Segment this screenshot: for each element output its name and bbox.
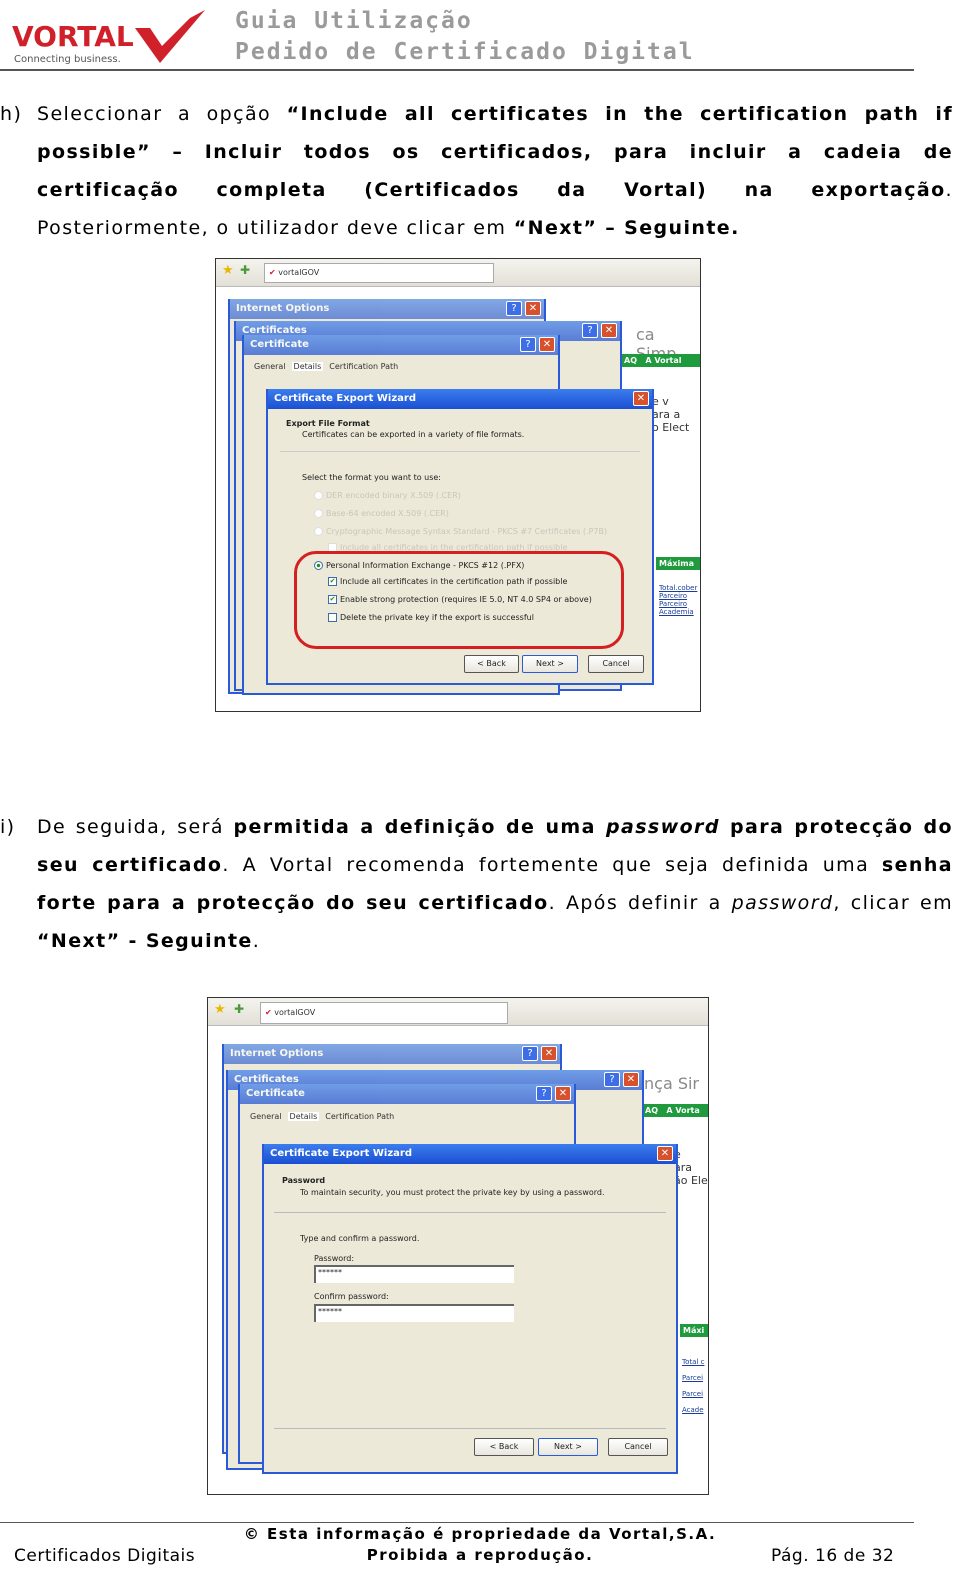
text-segment: password [731, 892, 834, 914]
step-label-i: i) [0, 816, 16, 838]
tab-details[interactable]: Details [287, 1112, 320, 1121]
text-segment: password [606, 816, 720, 838]
browser-tab-label[interactable]: vortalGOV [274, 1008, 315, 1017]
certificate-export-wizard: Certificate Export Wizard ✕ Export File … [266, 389, 654, 685]
tab-general[interactable]: General [254, 362, 286, 371]
footer-copyright: © Esta informação é propriedade da Vorta… [243, 1525, 717, 1543]
wizard-heading: Password [282, 1176, 326, 1185]
confirm-password-input[interactable]: ****** [314, 1304, 514, 1322]
svg-text:Connecting business.: Connecting business. [14, 54, 121, 65]
favorites-star-icon: ★ [222, 263, 234, 278]
close-button[interactable]: ✕ [539, 337, 555, 352]
footer-divider [0, 1522, 914, 1523]
text-segment: . Após definir a [548, 892, 732, 914]
page-nav-fragment: AQ A Vorta [642, 1104, 708, 1117]
help-button[interactable]: ? [522, 1046, 538, 1061]
text-segment: “Next” – Seguinte. [513, 217, 740, 239]
wizard-title: Certificate Export Wizard [274, 393, 417, 404]
tab-certification-path[interactable]: Certification Path [325, 1112, 394, 1121]
text-segment: . A Vortal recomenda fortemente que seja… [222, 854, 882, 876]
text-segment: “Next” - Seguinte [37, 930, 253, 952]
option-pkcs7: Cryptographic Message Syntax Standard - … [314, 527, 607, 536]
header-title: Guia Utilização [235, 8, 473, 34]
close-button[interactable]: ✕ [633, 391, 649, 406]
tab-general[interactable]: General [250, 1112, 282, 1121]
back-button[interactable]: < Back [474, 1438, 534, 1456]
wizard-prompt: Select the format you want to use: [302, 473, 441, 482]
option-base64: Base-64 encoded X.509 (.CER) [314, 509, 449, 518]
page-fragment: nça Sir [644, 1074, 700, 1093]
wizard-prompt: Type and confirm a password. [300, 1234, 420, 1243]
svg-text:VORTAL: VORTAL [12, 20, 134, 53]
close-button[interactable]: ✕ [657, 1146, 673, 1161]
help-button[interactable]: ? [536, 1086, 552, 1101]
certificate-export-wizard: Certificate Export Wizard ✕ Password To … [262, 1144, 678, 1474]
back-button[interactable]: < Back [464, 655, 519, 673]
help-button[interactable]: ? [520, 337, 536, 352]
header-divider [0, 69, 914, 71]
page-number: Pág. 16 de 32 [771, 1546, 895, 1566]
wizard-heading: Export File Format [286, 419, 370, 428]
tab-certification-path[interactable]: Certification Path [329, 362, 398, 371]
page-box-fragment: Máxi [680, 1324, 708, 1337]
window-title: Certificate [250, 339, 309, 350]
close-button[interactable]: ✕ [555, 1086, 571, 1101]
wizard-subheading: Certificates can be exported in a variet… [302, 430, 525, 439]
close-button[interactable]: ✕ [601, 323, 617, 338]
favorites-star-icon: ★ [214, 1002, 226, 1017]
browser-toolbar: ★ ✚ ✔ vortalGOV [216, 259, 700, 287]
close-button[interactable]: ✕ [623, 1072, 639, 1087]
text-segment: De seguida, será [37, 816, 234, 838]
close-button[interactable]: ✕ [525, 301, 541, 316]
password-label: Password: [314, 1254, 355, 1263]
text-segment: Seleccionar a opção [37, 103, 287, 125]
cancel-button[interactable]: Cancel [608, 1438, 668, 1456]
text-segment: permitida a definição de uma [233, 816, 606, 838]
confirm-password-label: Confirm password: [314, 1292, 389, 1301]
option-der: DER encoded binary X.509 (.CER) [314, 491, 461, 500]
window-title: Certificate [246, 1088, 305, 1099]
screenshot-export-format: ★ ✚ ✔ vortalGOV ca Simp AQ A Vortal e va… [215, 258, 701, 712]
next-button[interactable]: Next > [522, 655, 578, 673]
screenshot-password: ★ ✚ ✔ vortalGOV nça Sir AQ A Vorta earaã… [207, 997, 709, 1495]
enable-strong-protection-checkbox[interactable]: ✔ Enable strong protection (requires IE 5… [328, 595, 592, 604]
page-link-fragment: Total c Parcei Parcei Acade [682, 1358, 705, 1414]
step-i-text: De seguida, será permitida a definição d… [37, 808, 953, 960]
vortal-logo: VORTAL Connecting business. [10, 8, 210, 68]
add-favorite-icon: ✚ [240, 263, 251, 277]
text-segment: . [252, 930, 261, 952]
browser-tab-label[interactable]: vortalGOV [278, 268, 319, 277]
password-input[interactable]: ****** [314, 1265, 514, 1283]
page-link-fragment: Total.cober Parceiro Parceiro Academia [659, 584, 698, 616]
help-button[interactable]: ? [506, 301, 522, 316]
delete-private-key-checkbox[interactable]: Delete the private key if the export is … [328, 613, 534, 622]
option-pfx-radio[interactable]: Personal Information Exchange - PKCS #12… [314, 561, 524, 570]
window-title: Internet Options [236, 303, 330, 314]
wizard-title: Certificate Export Wizard [270, 1148, 413, 1159]
include-all-certificates-checkbox[interactable]: ✔ Include all certificates in the certifi… [328, 577, 567, 586]
text-segment: , clicar em [833, 892, 953, 914]
page-text-fragment: earaão Ele [674, 1148, 708, 1187]
footer-left: Certificados Digitais [14, 1546, 196, 1566]
page-box-fragment: Máxima [656, 557, 700, 570]
add-favorite-icon: ✚ [234, 1002, 245, 1016]
page-nav-fragment: AQ A Vortal [621, 354, 700, 367]
step-h-text: Seleccionar a opção “Include all certifi… [37, 95, 953, 247]
step-label-h: h) [0, 103, 23, 125]
help-button[interactable]: ? [604, 1072, 620, 1087]
help-button[interactable]: ? [582, 323, 598, 338]
footer-notice: Proibida a reprodução. [366, 1546, 594, 1564]
next-button[interactable]: Next > [538, 1438, 598, 1456]
window-title: Internet Options [230, 1048, 324, 1059]
tab-details[interactable]: Details [291, 362, 324, 371]
page-text-fragment: e v ara ao Elect [652, 395, 690, 434]
cancel-button[interactable]: Cancel [588, 655, 644, 673]
close-button[interactable]: ✕ [541, 1046, 557, 1061]
wizard-subheading: To maintain security, you must protect t… [300, 1188, 605, 1197]
browser-toolbar: ★ ✚ ✔ vortalGOV [208, 998, 708, 1026]
header-subtitle: Pedido de Certificado Digital [235, 39, 695, 65]
